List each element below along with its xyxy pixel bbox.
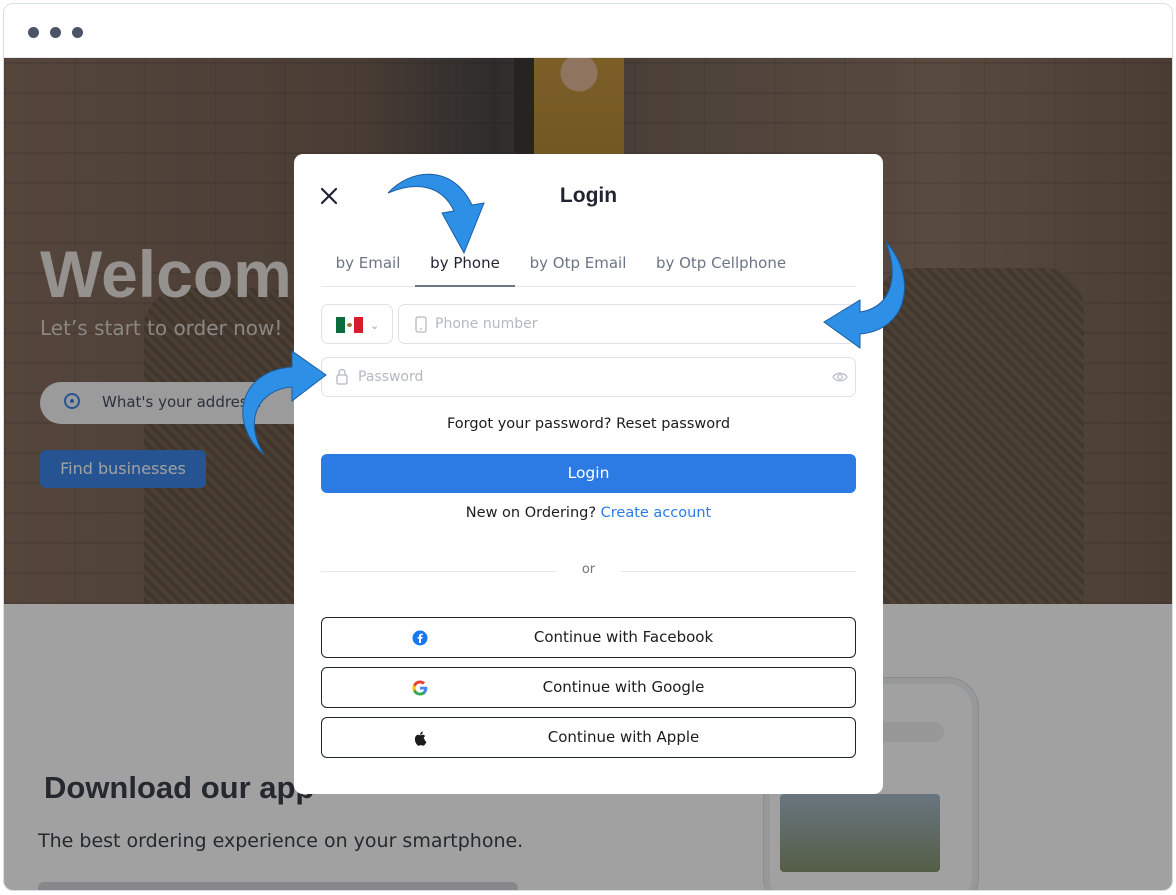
window-dot [28, 27, 39, 38]
window-titlebar [4, 4, 1172, 58]
or-divider: or [321, 562, 856, 580]
login-button[interactable]: Login [321, 454, 856, 493]
login-tabs: by Email by Phone by Otp Email by Otp Ce… [321, 243, 856, 287]
chevron-down-icon: ⌄ [370, 319, 380, 332]
password-input[interactable] [358, 358, 818, 396]
window-dot [72, 27, 83, 38]
lock-icon [336, 368, 348, 385]
password-field-wrapper [321, 357, 856, 397]
create-account-link[interactable]: Create account [601, 505, 712, 521]
window-dot [50, 27, 61, 38]
login-modal: Login by Email by Phone by Otp Email by … [294, 154, 883, 794]
divider-text: or [581, 562, 596, 577]
tab-by-email[interactable]: by Email [321, 243, 415, 287]
social-label: Continue with Facebook [533, 628, 714, 646]
signup-prompt: New on Ordering? Create account [294, 505, 883, 521]
continue-with-facebook-button[interactable]: Continue with Facebook [321, 617, 856, 658]
country-code-selector[interactable]: ⌄ [321, 304, 393, 344]
show-password-icon[interactable] [832, 370, 848, 384]
continue-with-apple-button[interactable]: Continue with Apple [321, 717, 856, 758]
mexico-flag-icon [336, 317, 363, 333]
tab-by-phone[interactable]: by Phone [415, 243, 515, 287]
continue-with-google-button[interactable]: Continue with Google [321, 667, 856, 708]
phone-number-input[interactable] [435, 305, 845, 343]
phone-field-wrapper [398, 304, 856, 344]
phone-icon [415, 316, 427, 333]
social-label: Continue with Apple [547, 728, 700, 746]
modal-title: Login [559, 184, 618, 207]
signup-prompt-text: New on Ordering? [465, 505, 597, 521]
social-label: Continue with Google [542, 678, 705, 696]
forgot-password-link[interactable]: Forgot your password? Reset password [294, 416, 883, 432]
tab-by-otp-email[interactable]: by Otp Email [515, 243, 641, 287]
tab-by-otp-cellphone[interactable]: by Otp Cellphone [641, 243, 801, 287]
